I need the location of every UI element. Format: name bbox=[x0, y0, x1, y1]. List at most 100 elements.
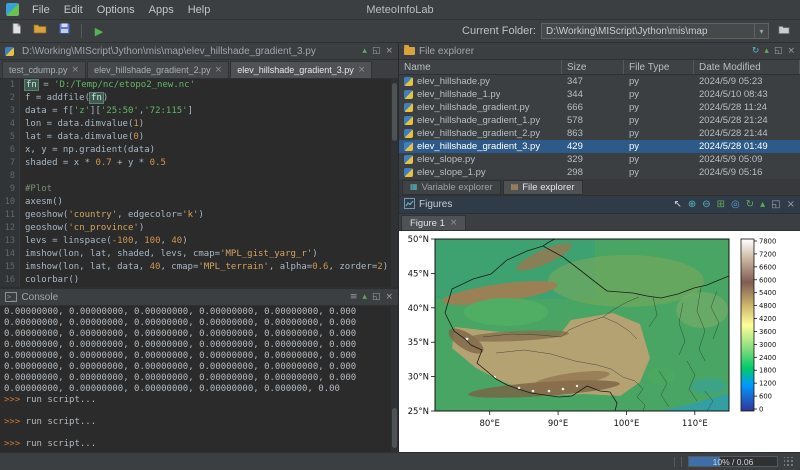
editor-panel-header: D:\Working\MIScript\Jython\mis\map\elev_… bbox=[0, 43, 398, 60]
figure-tab[interactable]: Figure 1 × bbox=[401, 215, 466, 230]
python-file-icon bbox=[404, 129, 413, 138]
python-file-icon bbox=[404, 77, 413, 86]
column-header-name[interactable]: Name bbox=[399, 60, 562, 74]
expand-panel-icon[interactable]: ▴ bbox=[362, 47, 367, 56]
column-header-file-type[interactable]: File Type bbox=[624, 60, 694, 74]
file-type: py bbox=[624, 153, 694, 166]
menu-item-options[interactable]: Options bbox=[90, 3, 142, 17]
file-date: 2024/5/28 01:49 bbox=[694, 140, 800, 153]
float-panel-icon[interactable]: ◱ bbox=[372, 47, 381, 56]
table-row[interactable]: elev_hillshade.py347py2024/5/9 05:23 bbox=[399, 75, 800, 88]
editor-scrollbar[interactable] bbox=[391, 79, 398, 287]
close-tab-icon[interactable]: × bbox=[72, 65, 80, 75]
editor-tab[interactable]: elev_hillshade_gradient_3.py× bbox=[230, 61, 372, 78]
close-panel-icon[interactable]: × bbox=[787, 47, 795, 56]
scrollbar-thumb[interactable] bbox=[392, 83, 397, 141]
console-line: 0.00000000, 0.00000000, 0.00000000, 0.00… bbox=[4, 351, 394, 362]
table-row[interactable]: elev_hillshade_gradient_3.py429py2024/5/… bbox=[399, 140, 800, 153]
column-header-date-modified[interactable]: Date Modified bbox=[694, 60, 800, 74]
svg-text:5400: 5400 bbox=[759, 289, 776, 297]
python-file-icon bbox=[404, 168, 413, 177]
console-output[interactable]: 0.00000000, 0.00000000, 0.00000000, 0.00… bbox=[0, 306, 398, 452]
select-icon[interactable]: ↖ bbox=[673, 200, 681, 210]
editor-tab-label: elev_hillshade_gradient_2.py bbox=[94, 65, 211, 75]
table-row[interactable]: elev_hillshade_1.py344py2024/5/10 08:43 bbox=[399, 88, 800, 101]
close-panel-icon[interactable]: × bbox=[385, 293, 393, 302]
line-number: 2 bbox=[0, 92, 20, 105]
zoom-out-icon[interactable]: ⊖ bbox=[702, 200, 710, 210]
close-tab-icon[interactable]: × bbox=[358, 65, 366, 75]
resize-grip-icon[interactable] bbox=[784, 457, 794, 467]
full-extent-icon[interactable]: ◎ bbox=[731, 200, 740, 210]
run-script-button[interactable]: ▶ bbox=[89, 22, 109, 40]
table-row[interactable]: elev_hillshade_gradient.py666py2024/5/28… bbox=[399, 101, 800, 114]
table-row[interactable]: elev_hillshade_gradient_2.py863py2024/5/… bbox=[399, 127, 800, 140]
console-text bbox=[4, 406, 9, 416]
console-panel: >_ Console ≡▴◱× 0.00000000, 0.00000000, … bbox=[0, 289, 398, 452]
refresh-icon[interactable]: ↻ bbox=[752, 47, 760, 56]
expand-panel-icon[interactable]: ▴ bbox=[764, 47, 769, 56]
table-row[interactable]: elev_slope_1.py298py2024/5/9 05:16 bbox=[399, 166, 800, 179]
expand-panel-icon[interactable]: ▴ bbox=[760, 200, 765, 210]
menu-item-edit[interactable]: Edit bbox=[57, 3, 90, 17]
scrollbar-thumb[interactable] bbox=[392, 408, 397, 448]
console-line: 0.00000000, 0.00000000, 0.00000000, 0.00… bbox=[4, 384, 394, 395]
line-number: 15 bbox=[0, 261, 20, 274]
console-text: 0.00000000, 0.00000000, 0.00000000, 0.00… bbox=[4, 318, 356, 328]
open-file-button[interactable] bbox=[30, 22, 50, 40]
file-date: 2024/5/10 08:43 bbox=[694, 88, 800, 101]
code-editor[interactable]: 1fn = 'D:/Temp/nc/etopo2_new.nc'2f = add… bbox=[0, 79, 398, 287]
editor-tab[interactable]: elev_hillshade_gradient_2.py × bbox=[87, 61, 229, 78]
float-panel-icon[interactable]: ◱ bbox=[774, 47, 783, 56]
float-panel-icon[interactable]: ◱ bbox=[771, 200, 780, 210]
close-tab-icon[interactable]: × bbox=[215, 65, 223, 75]
menu-item-file[interactable]: File bbox=[25, 3, 57, 17]
expand-panel-icon[interactable]: ▴ bbox=[362, 293, 367, 302]
table-row[interactable]: elev_hillshade_gradient_1.py578py2024/5/… bbox=[399, 114, 800, 127]
browse-folder-button[interactable] bbox=[774, 22, 794, 40]
menu-item-apps[interactable]: Apps bbox=[142, 3, 181, 17]
file-explorer-icon: ▤ bbox=[511, 183, 519, 191]
chevron-down-icon[interactable]: ▾ bbox=[754, 24, 768, 38]
menu-icon[interactable]: ≡ bbox=[350, 293, 358, 302]
console-line: 0.00000000, 0.00000000, 0.00000000, 0.00… bbox=[4, 329, 394, 340]
svg-text:50°N: 50°N bbox=[408, 235, 429, 245]
file-name-cell: elev_hillshade_1.py bbox=[399, 88, 562, 101]
column-header-size[interactable]: Size bbox=[562, 60, 624, 74]
rotate-icon[interactable]: ↻ bbox=[746, 200, 754, 210]
file-table-header: NameSizeFile TypeDate Modified bbox=[399, 60, 800, 75]
svg-text:4800: 4800 bbox=[759, 302, 776, 310]
close-panel-icon[interactable]: × bbox=[787, 200, 795, 210]
line-number: 10 bbox=[0, 196, 20, 209]
code-line: 3data = f['z']['25:50','72:115'] bbox=[0, 105, 398, 118]
code-text: fn = 'D:/Temp/nc/etopo2_new.nc' bbox=[20, 79, 195, 92]
pan-icon[interactable]: ⊞ bbox=[717, 200, 725, 210]
tab-variable-explorer[interactable]: ▦Variable explorer bbox=[402, 180, 501, 195]
table-row[interactable]: elev_slope.py329py2024/5/9 05:09 bbox=[399, 153, 800, 166]
console-text: 0.00000000, 0.00000000, 0.00000000, 0.00… bbox=[4, 307, 356, 317]
menu-item-help[interactable]: Help bbox=[181, 3, 218, 17]
save-button[interactable] bbox=[54, 22, 74, 40]
console-icon: >_ bbox=[5, 292, 17, 302]
line-number: 14 bbox=[0, 248, 20, 261]
file-size: 578 bbox=[562, 114, 624, 127]
zoom-in-icon[interactable]: ⊕ bbox=[688, 200, 696, 210]
console-text: 0.00000000, 0.00000000, 0.00000000, 0.00… bbox=[4, 329, 356, 339]
svg-text:45°N: 45°N bbox=[408, 269, 429, 279]
close-tab-icon[interactable]: × bbox=[450, 218, 458, 228]
close-panel-icon[interactable]: × bbox=[385, 47, 393, 56]
editor-tab[interactable]: test_cdump.py× bbox=[2, 61, 86, 78]
console-scrollbar[interactable] bbox=[391, 306, 398, 452]
python-file-icon bbox=[404, 155, 413, 164]
tab-file-explorer[interactable]: ▤File explorer bbox=[503, 180, 583, 195]
new-file-button[interactable] bbox=[6, 22, 26, 40]
figure-canvas[interactable]: 80°E90°E100°E110°E 25°N30°N35°N40°N45°N5… bbox=[399, 231, 800, 452]
memory-progress[interactable]: 10% / 0.06 bbox=[688, 456, 778, 467]
svg-text:0: 0 bbox=[759, 406, 763, 414]
svg-text:600: 600 bbox=[759, 393, 772, 401]
code-line: 16colorbar() bbox=[0, 274, 398, 287]
float-panel-icon[interactable]: ◱ bbox=[372, 293, 381, 302]
current-folder-combobox[interactable]: D:\Working\MIScript\Jython\mis\map ▾ bbox=[541, 23, 769, 39]
console-panel-header: >_ Console ≡▴◱× bbox=[0, 289, 398, 306]
file-type: py bbox=[624, 127, 694, 140]
